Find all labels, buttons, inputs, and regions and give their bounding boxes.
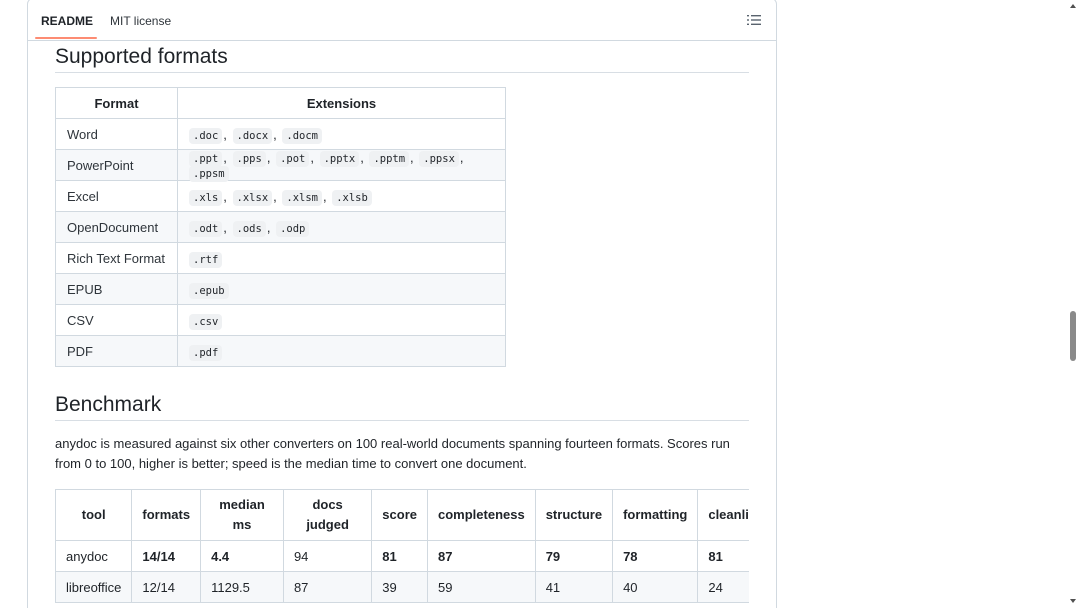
extension-code: .ppsx (419, 151, 459, 167)
extension-code: .odp (276, 220, 310, 237)
list-outline-icon[interactable] (747, 14, 761, 26)
table-cell: 12/14 (131, 571, 202, 603)
column-header: structure (534, 489, 614, 541)
extension-code: .xlsb (332, 189, 372, 206)
column-header: Extensions (177, 87, 506, 119)
extension-code: .doc (189, 127, 223, 144)
page: README MIT license Supported formats For… (0, 0, 1080, 608)
format-name: Excel (55, 180, 178, 212)
extension-code: .docx (232, 127, 273, 144)
tab-bar: README MIT license (28, 0, 776, 41)
scroll-thumb[interactable] (1070, 311, 1076, 361)
formats-table: Format Extensions Word .doc, .docx, .docm… (55, 87, 506, 367)
format-name: OpenDocument (55, 211, 178, 243)
page-scrollbar[interactable] (1066, 0, 1080, 608)
table-cell: 40 (612, 571, 699, 603)
format-extensions: .xls, .xlsx, .xlsm, .xlsb (177, 180, 506, 212)
extension-code: .xlsm (282, 189, 322, 206)
column-header: score (371, 489, 428, 541)
format-extensions: .ppt, .pps, .pot, .pptx, .pptm, .ppsx, .… (177, 149, 506, 182)
format-name: PowerPoint (55, 149, 178, 181)
extension-code: .pps (232, 151, 266, 167)
active-tab-indicator (35, 37, 97, 39)
extension-code: .ppt (189, 151, 223, 167)
tab-readme[interactable]: README (41, 14, 93, 28)
heading-benchmark: Benchmark (55, 392, 749, 421)
scroll-up-arrow-icon[interactable] (1070, 4, 1076, 8)
table-cell: anydoc (55, 540, 133, 572)
extension-code: .pdf (189, 344, 223, 361)
extension-code: .docm (282, 127, 322, 144)
table-cell: libreoffice (55, 571, 133, 603)
format-extensions: .csv (177, 304, 506, 336)
table-row: anydoc 14/14 4.4 94 81 87 79 78 81 (55, 540, 749, 572)
format-name: PDF (55, 335, 178, 367)
table-row: EPUB .epub (55, 273, 506, 305)
column-header: cleanline (697, 489, 749, 541)
table-cell: 4.4 (200, 540, 284, 572)
table-cell: 94 (282, 540, 373, 572)
format-name: Word (55, 118, 178, 150)
column-header: formats (131, 489, 202, 541)
column-header: docs judged (282, 489, 373, 541)
table-cell: 59 (427, 571, 536, 603)
extension-code: .pptx (319, 151, 360, 167)
table-cell: 79 (534, 540, 614, 572)
scroll-down-arrow-icon[interactable] (1070, 599, 1076, 603)
table-row: Excel .xls, .xlsx, .xlsm, .xlsb (55, 180, 506, 212)
table-cell: 1129.5 (200, 571, 284, 603)
column-header: median ms (200, 489, 284, 541)
column-header: tool (55, 489, 133, 541)
column-header: Format (55, 87, 178, 119)
table-cell: 81 (697, 540, 749, 572)
extension-code: .xls (189, 189, 223, 206)
table-cell: 39 (371, 571, 428, 603)
table-cell: 24 (697, 571, 749, 603)
extension-code: .rtf (189, 251, 223, 268)
table-row: Rich Text Format .rtf (55, 242, 506, 274)
heading-supported-formats: Supported formats (55, 44, 749, 73)
extension-code: .ppsm (189, 166, 229, 182)
format-name: CSV (55, 304, 178, 336)
benchmark-description: anydoc is measured against six other con… (55, 436, 730, 471)
column-header: completeness (427, 489, 536, 541)
format-name: Rich Text Format (55, 242, 178, 274)
extension-code: .pot (276, 151, 310, 167)
table-cell: 41 (534, 571, 614, 603)
readme-card: README MIT license Supported formats For… (27, 0, 777, 608)
table-cell: 87 (427, 540, 536, 572)
table-cell: 78 (612, 540, 699, 572)
table-row: CSV .csv (55, 304, 506, 336)
format-extensions: .pdf (177, 335, 506, 367)
table-row: OpenDocument .odt, .ods, .odp (55, 211, 506, 243)
table-row: PDF .pdf (55, 335, 506, 367)
extension-code: .pptm (369, 151, 410, 167)
format-extensions: .odt, .ods, .odp (177, 211, 506, 243)
format-name: EPUB (55, 273, 178, 305)
format-extensions: .rtf (177, 242, 506, 274)
extension-code: .csv (189, 313, 223, 330)
table-row: PowerPoint .ppt, .pps, .pot, .pptx, .pptm… (55, 149, 506, 182)
table-cell: 81 (371, 540, 428, 572)
extension-code: .xlsx (232, 189, 273, 206)
format-extensions: .epub (177, 273, 506, 305)
extension-code: .epub (189, 282, 229, 299)
benchmark-table-scroll[interactable]: tool formats median ms docs judged score comp… (55, 489, 749, 608)
extension-code: .ods (232, 220, 266, 237)
extension-code: .odt (189, 220, 223, 237)
table-row: libreoffice 12/14 1129.5 87 39 59 41 40 24 (55, 571, 749, 603)
table-cell: 87 (282, 571, 373, 603)
table-cell: 14/14 (131, 540, 202, 572)
tab-mit-license[interactable]: MIT license (110, 14, 171, 28)
benchmark-table: tool formats median ms docs judged score comp… (55, 489, 749, 603)
format-extensions: .doc, .docx, .docm (177, 118, 506, 150)
table-row: Word .doc, .docx, .docm (55, 118, 506, 150)
column-header: formatting (612, 489, 699, 541)
